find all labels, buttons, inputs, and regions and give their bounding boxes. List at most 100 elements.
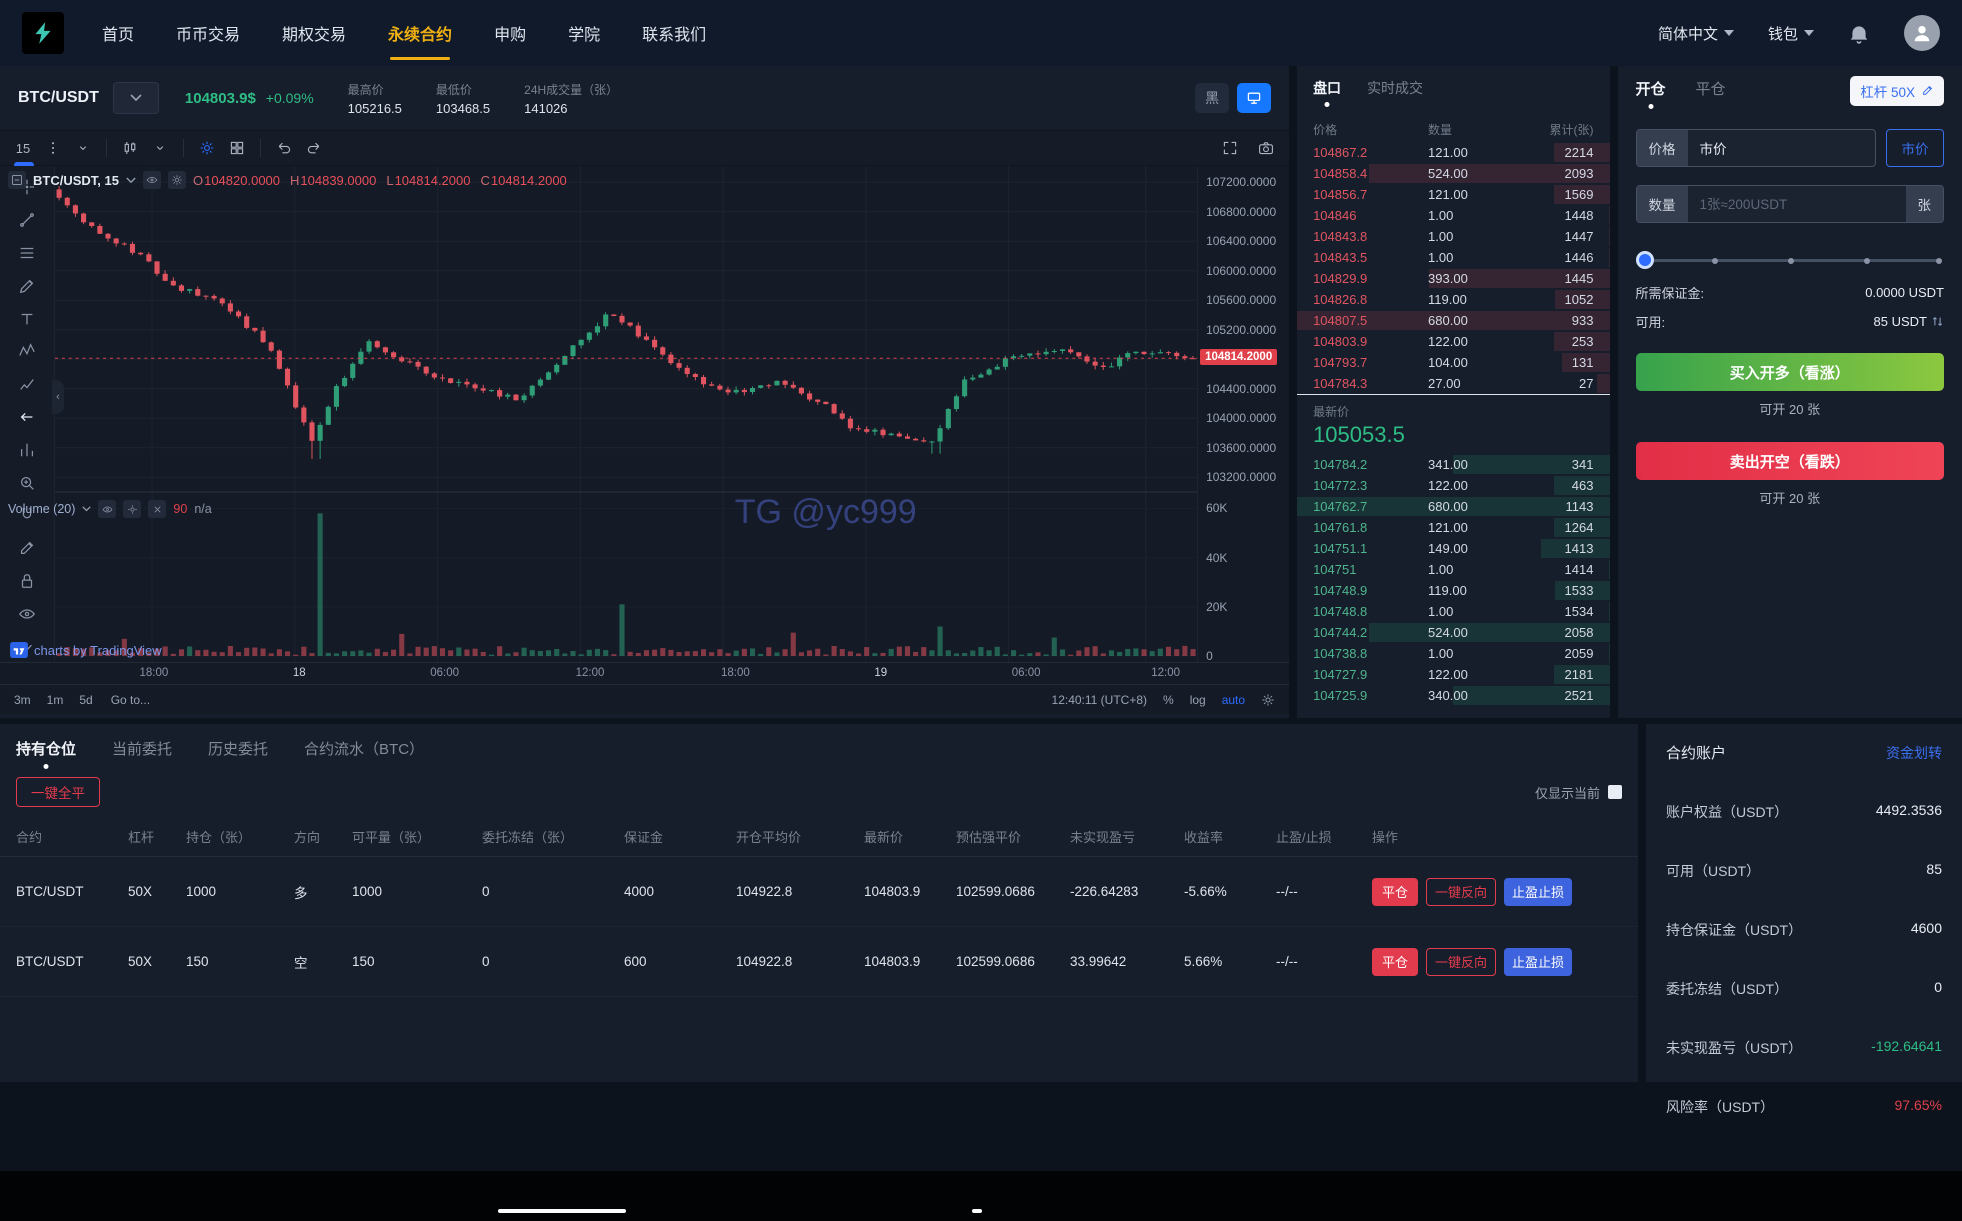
positions-tab[interactable]: 当前委托 (112, 738, 172, 771)
orderbook-tab[interactable]: 实时成交 (1367, 78, 1423, 107)
toolbar-collapse-handle[interactable]: ‹ (52, 380, 64, 414)
bid-row[interactable]: 104761.8 121.00 1264 (1297, 517, 1610, 538)
positions-tab[interactable]: 历史委托 (208, 738, 268, 771)
trade-tab[interactable]: 开仓 (1636, 78, 1666, 111)
slider-dot[interactable] (1788, 257, 1795, 264)
intervals-menu-button[interactable] (40, 135, 66, 161)
bid-row[interactable]: 104738.8 1.00 2059 (1297, 643, 1610, 664)
only-current-checkbox[interactable] (1608, 785, 1622, 799)
time-axis[interactable]: 18:00 18 06:00 12:00 18:00 19 06:00 12:00 (0, 662, 1290, 684)
transfer-icon[interactable] (1931, 315, 1944, 328)
nav-item[interactable]: 币币交易 (176, 0, 240, 66)
ask-row[interactable]: 104826.8 119.00 1052 (1297, 289, 1610, 310)
fib-retracement-tool[interactable] (10, 238, 44, 269)
settings-icon[interactable] (123, 500, 142, 518)
theme-light-button[interactable] (1237, 83, 1272, 113)
ask-row[interactable]: 104843.8 1.00 1447 (1297, 226, 1610, 247)
brush-tool[interactable] (10, 270, 44, 301)
price-axis[interactable]: 107200.0000 106800.0000 106400.0000 106000.… (1197, 166, 1290, 663)
eye-tool[interactable] (10, 598, 44, 629)
xabcd-pattern-tool[interactable] (10, 336, 44, 367)
bid-row[interactable]: 104751.1 149.00 1413 (1297, 538, 1610, 559)
ask-row[interactable]: 104846 1.00 1448 (1297, 205, 1610, 226)
zoom-in-tool[interactable] (10, 467, 44, 498)
nav-item[interactable]: 永续合约 (388, 0, 452, 66)
volume-title[interactable]: Volume (20) (8, 502, 75, 516)
legend-pair[interactable]: BTC/USDT, 15 (33, 173, 119, 188)
auto-scale-button[interactable]: auto (1222, 693, 1245, 707)
log-scale-button[interactable]: log (1190, 693, 1206, 707)
bid-row[interactable]: 104748.8 1.00 1534 (1297, 601, 1610, 622)
compare-button[interactable] (224, 135, 250, 161)
reverse-position-button[interactable]: 一键反向 (1426, 947, 1497, 976)
eye-icon[interactable] (98, 500, 117, 518)
goto-button[interactable]: Go to... (111, 693, 150, 707)
chart-type-button[interactable] (117, 135, 143, 161)
bid-row[interactable]: 104772.3 122.00 463 (1297, 475, 1610, 496)
transfer-link[interactable]: 资金划转 (1886, 743, 1942, 763)
bid-row[interactable]: 104762.7 680.00 1143 (1297, 496, 1610, 517)
axis-settings-button[interactable] (1261, 693, 1275, 707)
reverse-position-button[interactable]: 一键反向 (1426, 877, 1497, 906)
bid-row[interactable]: 104748.9 119.00 1533 (1297, 580, 1610, 601)
ask-row[interactable]: 104803.9 122.00 253 (1297, 331, 1610, 352)
chevron-down-icon[interactable] (82, 506, 92, 512)
nav-item[interactable]: 联系我们 (642, 0, 706, 66)
ask-row[interactable]: 104793.7 104.00 131 (1297, 352, 1610, 373)
nav-item[interactable]: 申购 (494, 0, 526, 66)
slider-dot[interactable] (1935, 257, 1942, 264)
leverage-button[interactable]: 杠杆 50X (1850, 75, 1944, 106)
brand-logo[interactable] (22, 12, 64, 54)
bid-row[interactable]: 104727.9 122.00 2181 (1297, 664, 1610, 685)
range-button[interactable]: 1m (47, 693, 64, 707)
slider-dot[interactable] (1864, 257, 1871, 264)
close-all-button[interactable]: 一键全平 (16, 777, 100, 807)
tradingview-attribution[interactable]: charts by TradingView (10, 642, 162, 658)
language-selector[interactable]: 简体中文 (1658, 23, 1734, 44)
collapse-legend-icon[interactable] (8, 171, 26, 189)
ask-row[interactable]: 104784.3 27.00 27 (1297, 373, 1610, 394)
pair-dropdown[interactable] (112, 82, 159, 114)
close-position-button[interactable]: 平仓 (1372, 877, 1419, 906)
trade-tab[interactable]: 平仓 (1696, 78, 1726, 111)
range-button[interactable]: 3m (14, 693, 31, 707)
market-price-button[interactable]: 市价 (1886, 129, 1944, 167)
quantity-slider[interactable] (1635, 251, 1942, 269)
tp-sl-button[interactable]: 止盈止损 (1504, 947, 1573, 976)
positions-tab[interactable]: 合约流水（BTC） (304, 738, 424, 771)
bid-row[interactable]: 104751 1.00 1414 (1297, 559, 1610, 580)
ask-row[interactable]: 104867.2 121.00 2214 (1297, 142, 1610, 163)
close-position-button[interactable]: 平仓 (1372, 947, 1419, 976)
positions-tab[interactable]: 持有仓位 (16, 738, 76, 771)
percent-scale-button[interactable]: % (1163, 693, 1174, 707)
notifications-button[interactable] (1848, 22, 1870, 44)
ask-row[interactable]: 104807.5 680.00 933 (1297, 310, 1610, 331)
text-tool[interactable] (10, 303, 44, 334)
ask-row[interactable]: 104856.7 121.00 1569 (1297, 184, 1610, 205)
fullscreen-button[interactable] (1217, 135, 1243, 161)
bar-pattern-tool[interactable] (10, 434, 44, 465)
chart-canvas[interactable] (55, 166, 1198, 662)
forecast-tool[interactable] (10, 369, 44, 400)
indicators-button[interactable] (194, 135, 220, 161)
candlestick-chart[interactable] (55, 166, 1198, 662)
intervals-caret-button[interactable] (70, 135, 96, 161)
chart-type-caret-button[interactable] (147, 135, 173, 161)
ask-row[interactable]: 104829.9 393.00 1445 (1297, 268, 1610, 289)
trend-line-tool[interactable] (10, 205, 44, 236)
edit-tool[interactable] (10, 533, 44, 564)
range-button[interactable]: 5d (79, 693, 92, 707)
slider-thumb[interactable] (1635, 251, 1654, 269)
nav-item[interactable]: 学院 (568, 0, 600, 66)
user-avatar[interactable] (1904, 15, 1940, 51)
slider-dot[interactable] (1712, 257, 1719, 264)
quantity-input[interactable] (1687, 186, 1906, 222)
clock-label[interactable]: 12:40:11 (UTC+8) (1052, 693, 1148, 707)
settings-icon[interactable] (167, 171, 186, 189)
nav-item[interactable]: 首页 (102, 0, 134, 66)
buy-long-button[interactable]: 买入开多（看涨） (1635, 353, 1944, 391)
orderbook-tab[interactable]: 盘口 (1313, 78, 1341, 107)
ask-row[interactable]: 104843.5 1.00 1446 (1297, 247, 1610, 268)
chevron-down-icon[interactable] (126, 177, 136, 184)
ask-row[interactable]: 104858.4 524.00 2093 (1297, 163, 1610, 184)
